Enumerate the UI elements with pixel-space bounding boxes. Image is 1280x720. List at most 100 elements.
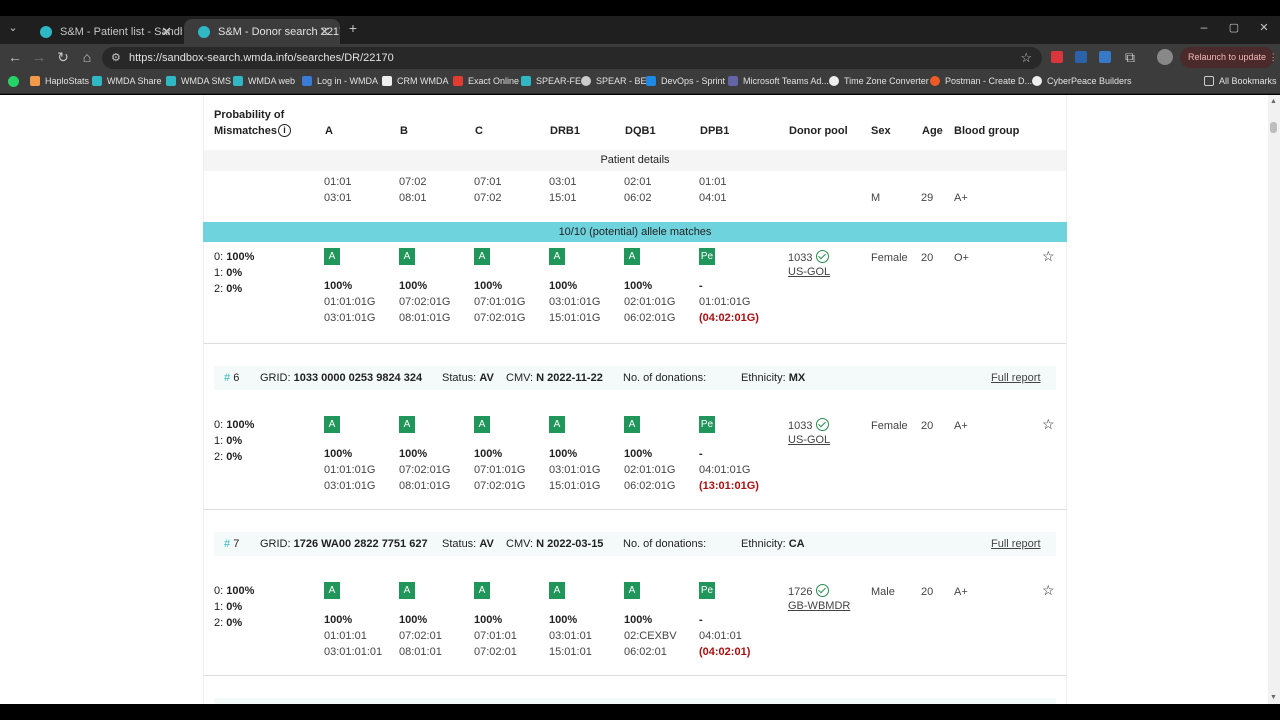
pool-id: 1726: [788, 584, 830, 598]
bookmark-star-icon[interactable]: ☆: [1020, 47, 1032, 69]
extension-icon[interactable]: [1099, 51, 1111, 63]
bookmark-item[interactable]: Log in - WMDA: [302, 76, 378, 86]
match-badge: A: [624, 416, 640, 433]
allele-2: 07:02:01G: [474, 312, 526, 324]
site-info-icon[interactable]: ⚙: [111, 47, 121, 69]
bookmark-icon: [829, 76, 839, 86]
reload-icon[interactable]: ↻: [54, 49, 72, 66]
close-icon[interactable]: ✕: [319, 24, 330, 40]
close-icon[interactable]: ✕: [161, 24, 172, 40]
back-icon[interactable]: ←: [6, 49, 24, 65]
avatar[interactable]: [1157, 49, 1173, 65]
tab-search-icon[interactable]: ⌄: [4, 21, 22, 34]
bookmark-item[interactable]: Time Zone Converter: [829, 76, 929, 86]
tab-donor-search[interactable]: S&M - Donor search 22170 - S ✕: [184, 19, 340, 44]
scrollbar-thumb[interactable]: [1270, 122, 1277, 133]
window-close-icon[interactable]: ✕: [1255, 21, 1273, 34]
donor-number-value: 6: [233, 372, 240, 384]
bookmark-item[interactable]: HaploStats: [30, 76, 89, 86]
grid-value: 1033 0000 0253 9824 324: [293, 372, 423, 384]
star-icon[interactable]: ☆: [1042, 248, 1055, 265]
prob-label: 2:: [214, 283, 224, 295]
prob-value: 0%: [226, 451, 243, 463]
allele-1: 03:01:01G: [549, 296, 601, 308]
allele-1: 02:01:01G: [624, 296, 676, 308]
browser-toolbar: ← → ↻ ⌂ ⚙ https://sandbox-search.wmda.in…: [0, 44, 1280, 71]
cmv-field: CMV: N 2022-11-22: [506, 372, 603, 384]
allele-2-mismatch: (13:01:01G): [699, 480, 759, 492]
whatsapp-icon[interactable]: [8, 76, 19, 87]
bookmark-item[interactable]: Microsoft Teams Ad...: [728, 76, 829, 86]
star-icon[interactable]: ☆: [1042, 582, 1055, 599]
allele-2: 06:02:01G: [624, 480, 676, 492]
address-bar[interactable]: ⚙ https://sandbox-search.wmda.info/searc…: [102, 47, 1042, 69]
locus-pct: -: [699, 448, 703, 460]
bookmark-item[interactable]: CRM WMDA: [382, 76, 449, 86]
minimize-icon[interactable]: –: [1195, 20, 1213, 34]
bookmark-item[interactable]: Postman - Create D...: [930, 76, 1032, 86]
cmv-value: N 2022-03-15: [536, 538, 604, 550]
bookmark-item[interactable]: WMDA Share: [92, 76, 162, 86]
bookmark-icon: [92, 76, 102, 86]
relaunch-label: Relaunch to update: [1188, 52, 1267, 62]
full-report-link[interactable]: Full report: [991, 538, 1041, 550]
donor-card: # 6 GRID: 1033 0000 0253 9824 324 Status…: [203, 344, 1067, 510]
donor-sex: Female: [871, 252, 908, 264]
info-icon[interactable]: i: [278, 124, 291, 137]
allele-2-mismatch: (04:02:01): [699, 646, 751, 658]
bookmark-item[interactable]: WMDA web: [233, 76, 295, 86]
full-report-link[interactable]: Full report: [991, 372, 1041, 384]
star-icon[interactable]: ☆: [1042, 416, 1055, 433]
allele-1: 04:01:01: [699, 630, 742, 642]
extension-icon[interactable]: [1051, 51, 1063, 63]
allele-1: 07:02:01: [399, 630, 442, 642]
locus-pct: -: [699, 614, 703, 626]
pool-id-value: 1726: [788, 586, 813, 598]
extension-icon[interactable]: [1075, 51, 1087, 63]
new-tab-button[interactable]: +: [344, 20, 362, 36]
forward-icon[interactable]: →: [30, 49, 48, 65]
bookmark-icon: [581, 76, 591, 86]
pool-code-link[interactable]: US-GOL: [788, 266, 830, 278]
hash-label: #: [224, 538, 231, 550]
prob-label: 1:: [214, 435, 224, 447]
locus-pct: 100%: [399, 280, 428, 292]
prob-value: 0%: [226, 283, 243, 295]
allele-1: 03:01:01: [549, 630, 592, 642]
donor-age: 20: [921, 252, 934, 264]
extensions-puzzle-icon[interactable]: ⧉: [1121, 49, 1139, 66]
bookmark-item[interactable]: WMDA SMS: [166, 76, 231, 86]
patient-drb1-2: 15:01: [549, 192, 577, 204]
cmv-field: CMV: N 2022-03-15: [506, 538, 603, 550]
allele-2: 06:02:01G: [624, 312, 676, 324]
bookmark-item[interactable]: SPEAR-FE: [521, 76, 581, 86]
prob-value: 0%: [226, 617, 243, 629]
bookmark-label: CRM WMDA: [397, 76, 449, 86]
match-badge: A: [549, 248, 565, 265]
bookmark-item[interactable]: SPEAR - BE: [581, 76, 647, 86]
pool-code-link[interactable]: GB-WBMDR: [788, 600, 850, 612]
grid-field: GRID: 1726 WA00 2822 7751 627: [260, 538, 428, 550]
bookmark-item[interactable]: Exact Online: [453, 76, 519, 86]
grid-value: 1726 WA00 2822 7751 627: [293, 538, 428, 550]
pool-id: 1033: [788, 250, 830, 264]
prob-2: 2: 0%: [214, 283, 242, 295]
maximize-icon[interactable]: ▢: [1225, 21, 1243, 34]
pool-code-link[interactable]: US-GOL: [788, 434, 830, 446]
allele-1: 04:01:01G: [699, 464, 751, 476]
locus-pct: 100%: [474, 614, 503, 626]
bookmark-item[interactable]: CyberPeace Builders: [1032, 76, 1132, 86]
scroll-down-icon[interactable]: ▼: [1270, 694, 1277, 701]
page-scrollbar[interactable]: ▲ ▼: [1268, 95, 1280, 704]
home-icon[interactable]: ⌂: [78, 49, 96, 65]
tab-strip: ⌄ S&M - Patient list - Sandbox ✕ S&M - D…: [0, 16, 1280, 44]
scroll-up-icon[interactable]: ▲: [1270, 98, 1277, 105]
grid-field: GRID: 1033 0000 0253 9824 324: [260, 372, 422, 384]
donor-row[interactable]: 0: 100% 1: 0% 2: 0% A A A A A Pe 100% 10…: [203, 242, 1067, 344]
status-value: AV: [479, 372, 494, 384]
all-bookmarks[interactable]: All Bookmarks: [1204, 76, 1277, 86]
tab-patient-list[interactable]: S&M - Patient list - Sandbox ✕: [26, 19, 182, 44]
bookmark-icon: [930, 76, 940, 86]
bookmark-item[interactable]: DevOps - Sprint: [646, 76, 725, 86]
relaunch-button[interactable]: Relaunch to update ⋮: [1180, 47, 1278, 68]
